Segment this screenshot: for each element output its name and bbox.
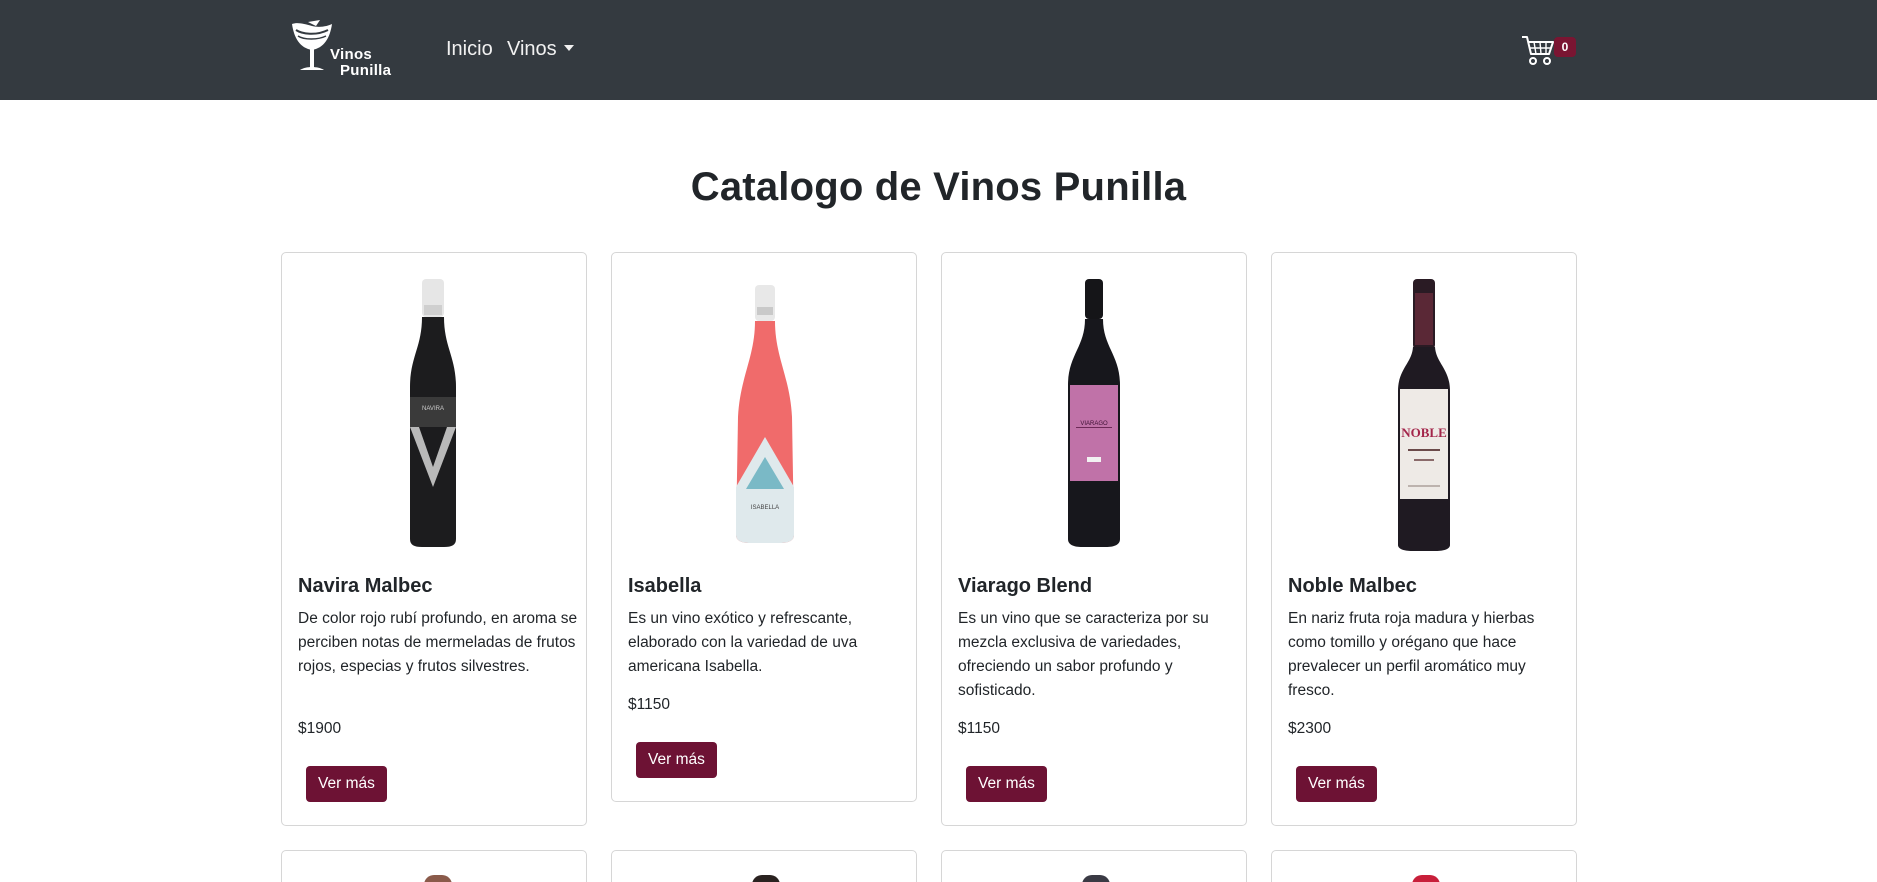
product-card-row2-1 — [281, 850, 587, 882]
brand-line-2: Punilla — [340, 62, 392, 79]
product-image-navira: NAVIRA — [282, 277, 586, 553]
product-price: $1150 — [958, 720, 1000, 737]
product-price: $1900 — [298, 720, 342, 737]
product-card-row2-3 — [941, 850, 1247, 882]
product-name: Viarago Blend — [958, 575, 1093, 597]
product-description: De color rojo rubí profundo, en aroma se… — [298, 610, 578, 675]
product-image-viarago: VIARAGO — [942, 277, 1246, 553]
ver-mas-button[interactable]: Ver más — [1296, 766, 1377, 802]
bottle-top-icon — [424, 875, 452, 882]
product-name: Isabella — [628, 575, 702, 597]
product-card-navira: NAVIRA Navira Malbec De color rojo rubí … — [281, 252, 587, 826]
caret-down-icon — [564, 45, 575, 52]
brand-line-1: Vinos — [330, 46, 373, 63]
bottle-top-icon — [1082, 875, 1110, 882]
product-card-row2-2 — [611, 850, 917, 882]
label-navira: NAVIRA — [422, 406, 444, 412]
product-price: $1150 — [628, 696, 670, 713]
product-description: Es un vino que se caracteriza por su mez… — [958, 610, 1209, 699]
label-isabella: ISABELLA — [751, 505, 779, 511]
ver-mas-button[interactable]: Ver más — [636, 742, 717, 778]
product-card-viarago: VIARAGO Viarago Blend Es un vino que se … — [941, 252, 1247, 826]
top-navbar: Vinos Punilla Inicio Vinos 0 — [0, 0, 1877, 100]
ver-mas-button[interactable]: Ver más — [966, 766, 1047, 802]
bottle-top-icon — [1412, 875, 1440, 882]
nav-inicio-link[interactable]: Inicio — [446, 37, 493, 61]
product-image-isabella: ISABELLA — [612, 277, 916, 553]
cart-count-badge: 0 — [1554, 37, 1576, 57]
nav-vinos-label: Vinos — [507, 38, 557, 60]
label-noble: NOBLE — [1401, 425, 1447, 440]
brand-name: Vinos Punilla — [328, 47, 391, 79]
nav-vinos-dropdown[interactable]: Vinos — [507, 37, 575, 61]
brand-logo[interactable]: Vinos Punilla — [290, 20, 396, 80]
cart-button[interactable]: 0 — [1518, 32, 1576, 68]
product-name: Noble Malbec — [1288, 575, 1417, 597]
ver-mas-button[interactable]: Ver más — [306, 766, 387, 802]
product-description: En nariz fruta roja madura y hierbas com… — [1288, 610, 1535, 699]
product-image-noble: NOBLE — [1272, 277, 1576, 553]
label-viarago: VIARAGO — [1080, 421, 1108, 427]
product-name: Navira Malbec — [298, 575, 433, 597]
product-description: Es un vino exótico y refrescante, elabor… — [628, 610, 858, 675]
product-card-isabella: ISABELLA Isabella Es un vino exótico y r… — [611, 252, 917, 802]
product-price: $2300 — [1288, 720, 1332, 737]
page-title: Catalogo de Vinos Punilla — [690, 165, 1187, 209]
product-card-noble: NOBLE Noble Malbec En nariz fruta roja m… — [1271, 252, 1577, 826]
product-card-row2-4 — [1271, 850, 1577, 882]
cart-icon — [1522, 36, 1554, 65]
bottle-top-icon — [752, 875, 780, 882]
